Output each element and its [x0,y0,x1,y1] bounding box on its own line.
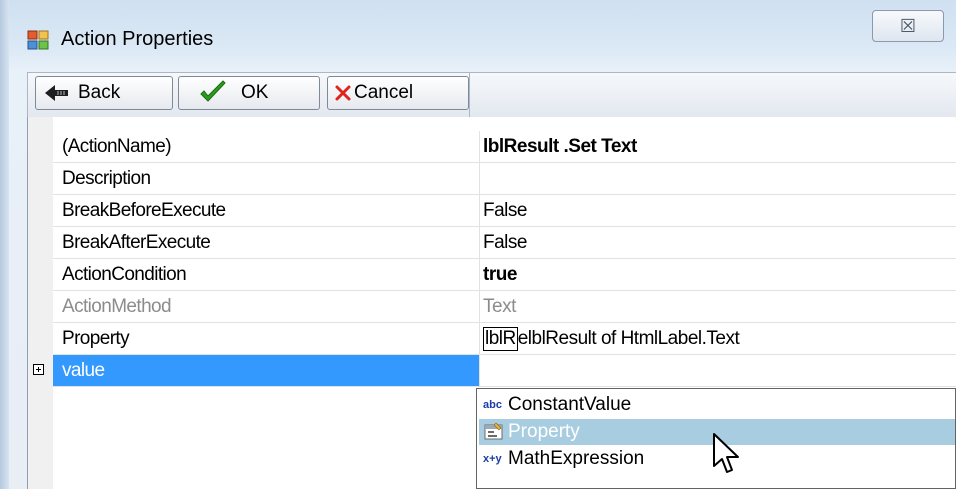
abc-text-icon: abc [483,399,502,411]
grid-row-breakbeforeexecute[interactable]: BreakBeforeExecute False [28,195,956,227]
property-value: Text [483,296,516,317]
property-value[interactable]: False [483,195,527,227]
window-title: Action Properties [61,28,214,50]
property-value-text: elblResult of HtmlLabel.Text [517,328,740,349]
grid-row-description[interactable]: Description [28,163,956,195]
ok-label: OK [241,82,269,103]
label-type-badge: lblR [483,326,518,351]
property-value[interactable]: true [483,259,517,291]
grid-row-actionmethod[interactable]: ActionMethod Text [28,291,956,323]
property-name: ActionCondition [62,264,187,285]
title-bar: Action Properties ☒ [0,0,956,72]
property-name: (ActionName) [62,136,172,157]
list-item-label: Property [508,421,580,442]
grid-row-value[interactable]: value [28,355,956,387]
cancel-button[interactable]: Cancel [327,76,469,110]
ok-button[interactable]: OK [178,76,320,110]
property-value[interactable]: lblResult .Set Text [483,131,637,163]
back-label: Back [78,82,121,103]
close-button[interactable]: ☒ [872,10,944,42]
grid-row-actionname[interactable]: (ActionName) lblResult .Set Text [28,131,956,163]
toolbar-separator [469,73,470,117]
list-item-constantvalue[interactable]: abc ConstantValue [479,392,955,418]
property-icon [484,422,503,440]
grid-row-property[interactable]: Property lblR elblResult of HtmlLabel.Tex… [28,323,956,355]
property-name: BreakAfterExecute [62,232,211,253]
app-icon [27,30,49,50]
property-value[interactable]: lblR elblResult of HtmlLabel.Text [483,323,740,355]
property-name: BreakBeforeExecute [62,200,226,221]
close-icon: ☒ [899,15,917,36]
mouse-pointer-icon [713,433,739,473]
list-item-label: MathExpression [508,448,645,469]
property-value[interactable]: False [483,227,527,259]
back-button[interactable]: Back [35,76,173,110]
grid-row-breakafterexecute[interactable]: BreakAfterExecute False [28,227,956,259]
grid-row-actioncondition[interactable]: ActionCondition true [28,259,956,291]
cancel-x-icon [335,85,351,101]
property-name: Property [62,328,130,349]
toolbar: Back OK Cancel [27,72,956,118]
cancel-label: Cancel [354,82,414,103]
property-name: value [62,360,105,381]
math-expression-icon: x+y [483,453,502,465]
window-left-border [0,0,9,489]
back-arrow-icon [45,85,68,101]
checkmark-icon [200,80,226,102]
property-name: Description [62,168,151,189]
expand-plus-icon[interactable] [33,364,44,375]
property-name: ActionMethod [62,296,172,317]
list-item-label: ConstantValue [508,394,632,415]
